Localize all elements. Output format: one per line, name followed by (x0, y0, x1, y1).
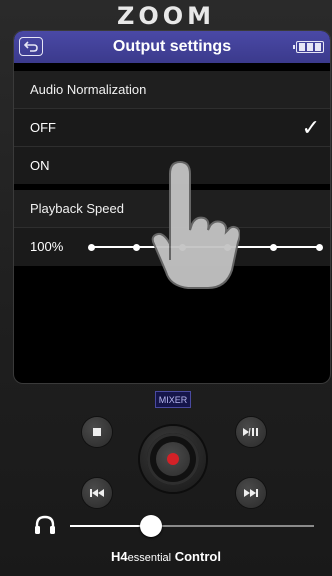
rewind-icon (90, 489, 104, 497)
play-pause-icon (243, 428, 258, 436)
checkmark-icon: ✓ (301, 115, 320, 140)
record-core (156, 442, 190, 476)
record-icon (167, 453, 179, 465)
app-device: ZOOM Output settings Audio Normalization… (0, 0, 332, 576)
playback-speed-step[interactable] (269, 243, 277, 251)
mixer-button[interactable]: MIXER (155, 391, 191, 408)
playback-speed-value: 100% (30, 239, 64, 254)
zoom-logo: ZOOM (116, 2, 216, 30)
playback-speed-step[interactable] (133, 243, 141, 251)
page-title: Output settings (112, 38, 232, 55)
model-name: H4 (111, 549, 128, 564)
audio-normalization-heading: Audio Normalization (14, 71, 330, 108)
option-on-label: ON (30, 158, 50, 173)
playback-speed-step[interactable] (87, 243, 95, 251)
play-pause-button[interactable] (236, 417, 266, 447)
fast-forward-icon (244, 489, 258, 497)
screen-header: Output settings (14, 31, 330, 63)
rewind-button[interactable] (82, 478, 112, 508)
volume-knob[interactable] (139, 515, 162, 537)
tap-gesture-hand-icon (151, 160, 240, 289)
playback-speed-step[interactable] (315, 243, 323, 251)
headphone-icon (35, 515, 55, 534)
stop-icon (93, 428, 101, 436)
volume-slider[interactable] (70, 515, 314, 537)
record-ring (147, 433, 199, 485)
volume-fill (70, 525, 151, 527)
record-button[interactable] (140, 426, 206, 492)
stop-button[interactable] (82, 417, 112, 447)
option-off[interactable]: OFF ✓ (14, 108, 330, 146)
volume-track-rest (150, 525, 314, 527)
battery-full-icon (293, 41, 324, 53)
model-suffix: essential (127, 552, 172, 564)
app-suffix: Control (174, 549, 221, 564)
option-off-label: OFF (30, 120, 56, 135)
fast-forward-button[interactable] (236, 478, 266, 508)
app-name: H4essential Control (0, 549, 332, 564)
